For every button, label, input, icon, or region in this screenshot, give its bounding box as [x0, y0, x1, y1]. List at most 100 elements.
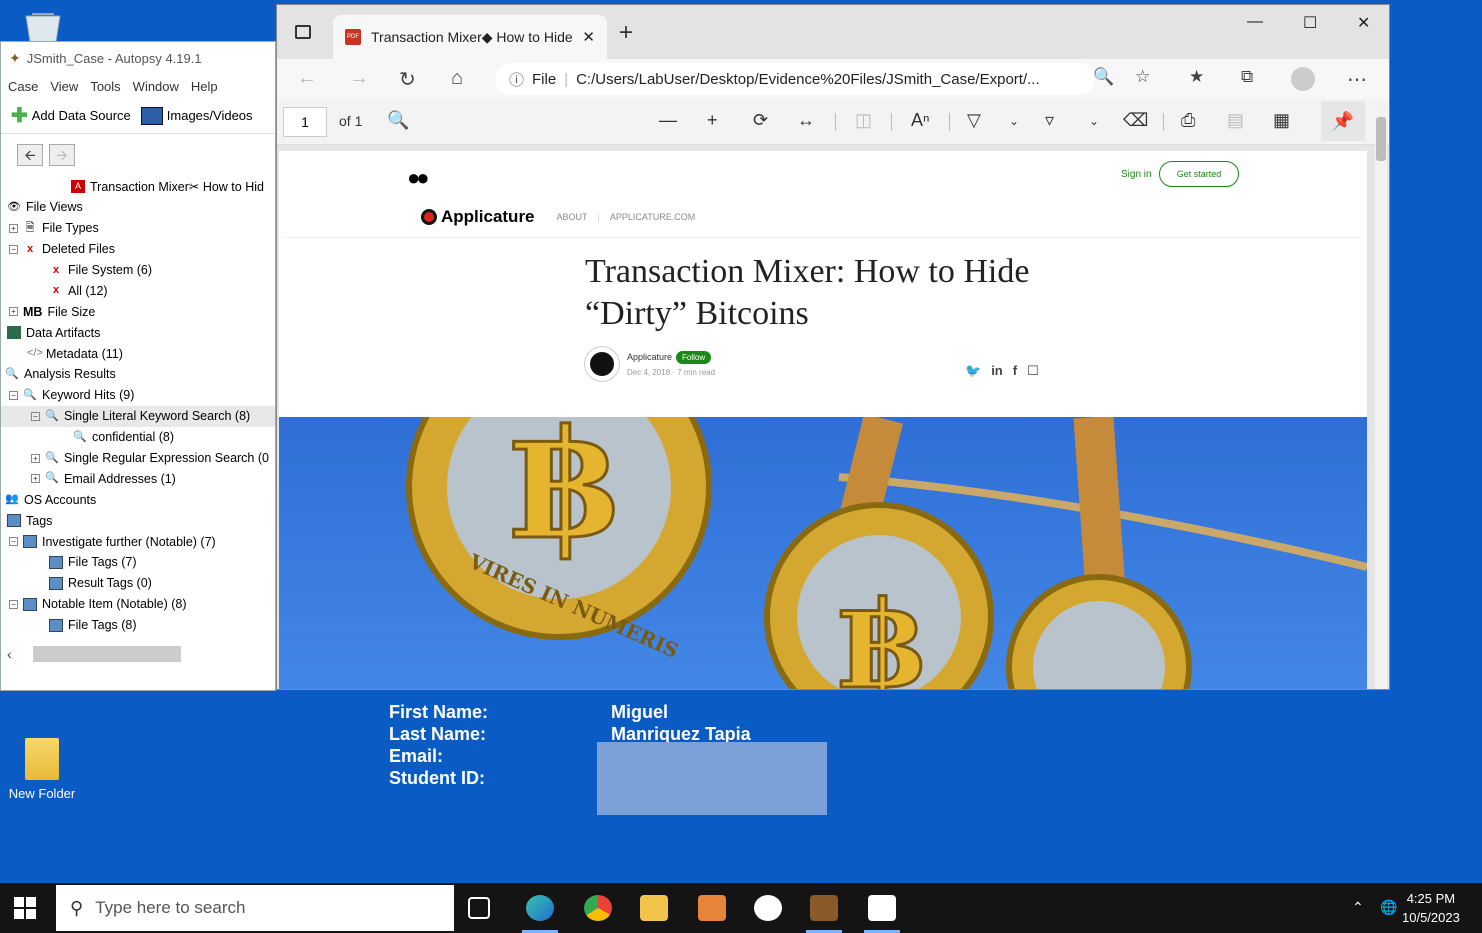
sign-in-link[interactable]: Sign in	[1121, 169, 1152, 180]
twitter-icon[interactable]: 🐦	[965, 363, 981, 379]
pin-toolbar-icon[interactable]: 📌	[1321, 101, 1365, 141]
get-started-button[interactable]: Get started	[1159, 161, 1239, 187]
close-window-icon[interactable]: ✕	[1357, 13, 1370, 33]
taskbar-clock[interactable]: 4:25 PM 10/5/2023	[1402, 889, 1460, 927]
save-as-icon[interactable]: ▦	[1273, 110, 1290, 131]
forward-icon[interactable]: →	[349, 67, 369, 90]
menu-view[interactable]: View	[50, 79, 78, 94]
zoom-icon[interactable]: 🔍	[1093, 67, 1114, 87]
more-icon[interactable]: ⋯	[1347, 67, 1367, 92]
nav-site[interactable]: APPLICATURE.COM	[610, 212, 695, 222]
menu-help[interactable]: Help	[191, 79, 218, 94]
tree-node-file-size[interactable]: + MB File Size	[1, 301, 275, 322]
menu-tools[interactable]: Tools	[90, 79, 120, 94]
erase-icon[interactable]: ⌫	[1123, 110, 1148, 131]
draw-options-icon[interactable]: ⌄	[1009, 114, 1019, 128]
add-data-source-button[interactable]: ✚ Add Data Source	[11, 103, 131, 128]
collapse-icon[interactable]: −	[9, 390, 18, 400]
expand-icon[interactable]: +	[9, 223, 18, 233]
vertical-scrollbar[interactable]	[1375, 103, 1387, 689]
nav-about[interactable]: ABOUT	[557, 212, 588, 222]
network-icon[interactable]: 🌐	[1380, 899, 1397, 916]
refresh-icon[interactable]: ↻	[399, 67, 416, 92]
tree-node-file-tags-8[interactable]: File Tags (8)	[1, 615, 275, 636]
horizontal-scrollbar[interactable]	[33, 646, 181, 662]
tree-node-notable-item[interactable]: − Notable Item (Notable) (8)	[1, 594, 275, 615]
profile-icon[interactable]	[1291, 67, 1315, 91]
page-number-input[interactable]: 1	[283, 107, 327, 137]
bookmark-icon[interactable]: ☐	[1027, 363, 1039, 379]
tree-node-single-literal[interactable]: − 🔍 Single Literal Keyword Search (8)	[1, 405, 275, 427]
home-icon[interactable]: ⌂	[451, 67, 463, 90]
file-explorer-icon[interactable]	[640, 895, 668, 921]
tree-node-os-accounts[interactable]: 👥 OS Accounts	[1, 489, 275, 510]
tree-node-file-types[interactable]: + 🗎 File Types	[1, 218, 275, 239]
back-arrow-icon[interactable]: 🡨	[17, 144, 43, 166]
read-aloud-icon[interactable]: Aⁿ	[911, 110, 930, 131]
fit-page-icon[interactable]: ↔	[797, 110, 815, 131]
publication-logo[interactable]: Applicature	[421, 207, 535, 227]
tree-node-metadata[interactable]: </> Metadata (11)	[1, 343, 275, 364]
autopsy-taskbar-icon[interactable]	[810, 895, 838, 921]
expand-icon[interactable]: +	[31, 474, 40, 484]
tree-node-keyword-hits[interactable]: − 🔍 Keyword Hits (9)	[1, 385, 275, 406]
collapse-icon[interactable]: −	[9, 599, 18, 609]
tree-node-file-system[interactable]: x File System (6)	[1, 260, 275, 281]
taskbar-search[interactable]: ⚲ Type here to search	[56, 885, 454, 931]
scroll-left-icon[interactable]: ‹	[7, 646, 12, 662]
zoom-in-icon[interactable]: +	[707, 110, 718, 131]
tree-node-data-artifacts[interactable]: Data Artifacts	[1, 322, 275, 343]
author-name[interactable]: Applicature	[627, 352, 672, 362]
minimize-icon[interactable]: —	[1247, 13, 1263, 31]
collections-icon[interactable]: ⧉	[1241, 67, 1253, 87]
windows-start-icon[interactable]	[14, 897, 36, 919]
print-icon[interactable]: ⎙	[1181, 110, 1195, 131]
highlight-options-icon[interactable]: ⌄	[1089, 114, 1099, 128]
tree-node-result-tags[interactable]: Result Tags (0)	[1, 573, 275, 594]
tree-node-file-tags-7[interactable]: File Tags (7)	[1, 552, 275, 573]
author-avatar[interactable]	[585, 347, 619, 381]
collapse-icon[interactable]: −	[9, 244, 18, 254]
menu-window[interactable]: Window	[133, 79, 179, 94]
tree-node-single-regex[interactable]: + 🔍 Single Regular Expression Search (0	[1, 448, 275, 469]
zoom-out-icon[interactable]: —	[659, 110, 677, 131]
save-icon[interactable]: ▤	[1227, 110, 1244, 131]
draw-icon[interactable]: ▽	[967, 110, 981, 131]
expand-icon[interactable]: +	[9, 307, 18, 317]
show-hidden-icons[interactable]: ⌃	[1352, 899, 1364, 916]
images-videos-button[interactable]: Images/Videos	[140, 106, 253, 125]
new-tab-icon[interactable]: +	[619, 19, 633, 47]
photos-icon[interactable]	[868, 895, 896, 921]
vertical-scroll-thumb[interactable]	[1376, 117, 1386, 161]
recycle-bin-icon[interactable]	[18, 10, 68, 44]
rotate-icon[interactable]: ⟳	[753, 110, 768, 131]
tree-node-investigate-further[interactable]: − Investigate further (Notable) (7)	[1, 531, 275, 552]
tree-node-analysis-results[interactable]: 🔍 Analysis Results	[1, 364, 275, 385]
wireshark-icon[interactable]	[754, 895, 782, 921]
follow-button[interactable]: Follow	[676, 351, 712, 364]
collapse-icon[interactable]: −	[31, 411, 40, 421]
tree-node-pdf-file[interactable]: A Transaction Mixer✂ How to Hid	[1, 176, 275, 197]
maximize-icon[interactable]: ☐	[1303, 13, 1317, 33]
facebook-icon[interactable]: f	[1013, 363, 1017, 379]
forward-arrow-icon[interactable]: 🡪	[49, 144, 75, 166]
tab-pdf[interactable]: PDF Transaction Mixer◆ How to Hide ✕	[333, 15, 607, 59]
task-view-icon[interactable]	[468, 897, 490, 919]
tree-node-file-views[interactable]: 👁 File Views	[1, 197, 275, 218]
expand-icon[interactable]: +	[31, 453, 40, 463]
favorite-add-icon[interactable]: ☆	[1135, 67, 1150, 87]
chrome-icon[interactable]	[584, 895, 612, 921]
shield-app-icon[interactable]	[698, 895, 726, 921]
tree-node-deleted-files[interactable]: − x Deleted Files	[1, 239, 275, 260]
page-view-icon[interactable]: ◫	[855, 110, 872, 131]
favorites-icon[interactable]: ★	[1189, 67, 1204, 87]
desktop-new-folder[interactable]: New Folder	[6, 738, 78, 801]
close-tab-icon[interactable]: ✕	[582, 28, 595, 46]
tab-actions-icon[interactable]	[295, 25, 311, 39]
tree-node-email-addresses[interactable]: + 🔍 Email Addresses (1)	[1, 468, 275, 489]
find-icon[interactable]: 🔍	[387, 110, 409, 131]
tree-node-all[interactable]: x All (12)	[1, 280, 275, 301]
back-icon[interactable]: ←	[297, 67, 317, 90]
edge-icon[interactable]	[526, 895, 554, 921]
tree-node-confidential[interactable]: 🔍 confidential (8)	[1, 427, 275, 448]
